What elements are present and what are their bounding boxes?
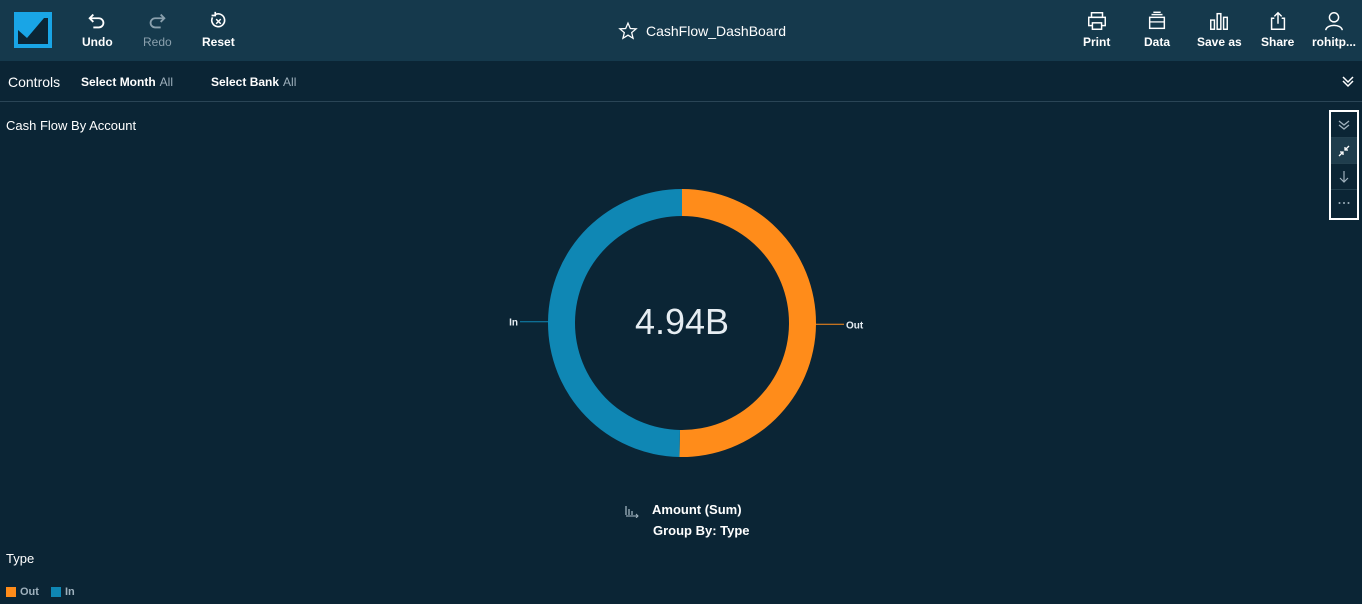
more-options-button[interactable]: [1331, 190, 1357, 216]
maximize-visual-button[interactable]: [1331, 138, 1357, 164]
star-icon[interactable]: [618, 21, 638, 41]
legend-label-out: Out: [20, 586, 39, 598]
bar-chart-icon: [1210, 12, 1229, 30]
data-button[interactable]: Data: [1144, 10, 1170, 54]
redo-icon: [150, 13, 166, 29]
download-arrow-icon: [1339, 170, 1349, 183]
legend-item-in[interactable]: In: [50, 586, 75, 598]
reset-label: Reset: [202, 35, 235, 49]
legend-swatch-in: [50, 587, 61, 597]
top-toolbar: Undo Redo Reset CashFlow_DashBoard Print…: [0, 0, 1362, 61]
redo-label: Redo: [143, 35, 172, 49]
share-label: Share: [1261, 35, 1295, 49]
slice-label-in: In: [509, 318, 518, 329]
select-bank-control[interactable]: Select Bank All: [211, 75, 296, 89]
dashboard-title-text: CashFlow_DashBoard: [646, 23, 787, 39]
slice-label-out: Out: [846, 320, 864, 331]
field-well-icon: [625, 506, 639, 518]
dashboard-title: CashFlow_DashBoard: [618, 20, 786, 42]
print-button[interactable]: Print: [1083, 10, 1110, 54]
print-icon: [1087, 12, 1106, 30]
group-by-label[interactable]: Group By: Type: [653, 523, 750, 538]
quicksight-logo-icon[interactable]: [14, 12, 52, 48]
data-icon: [1148, 11, 1166, 30]
select-bank-label: Select Bank: [211, 75, 280, 89]
share-button[interactable]: Share: [1261, 10, 1294, 54]
shrink-arrows-icon: [1338, 145, 1350, 156]
redo-button[interactable]: Redo: [143, 10, 172, 54]
save-as-button[interactable]: Save as: [1197, 10, 1242, 54]
controls-label[interactable]: Controls: [8, 74, 60, 90]
save-as-label: Save as: [1197, 35, 1242, 49]
visual-menu: [1329, 110, 1359, 220]
select-month-value: All: [159, 75, 174, 89]
legend-label-in: In: [64, 586, 75, 598]
share-icon: [1270, 11, 1285, 30]
legend-swatch-out: [6, 587, 16, 597]
legend-title: Type: [6, 551, 35, 566]
visual-title: Cash Flow By Account: [6, 118, 137, 133]
double-chevron-down-icon: [1338, 119, 1350, 130]
reset-button[interactable]: Reset: [202, 10, 235, 54]
value-field-label[interactable]: Amount (Sum): [652, 502, 742, 517]
export-button[interactable]: [1331, 164, 1357, 190]
select-month-control[interactable]: Select Month All: [81, 75, 173, 89]
ellipsis-icon: [1338, 202, 1350, 204]
legend: Out In: [6, 586, 75, 598]
select-month-label: Select Month: [81, 75, 156, 89]
expand-controls-icon[interactable]: [1340, 73, 1356, 89]
user-menu-button[interactable]: rohitp...: [1312, 10, 1356, 54]
undo-label: Undo: [82, 35, 113, 49]
select-bank-value: All: [283, 75, 297, 89]
collapse-visual-button[interactable]: [1331, 112, 1357, 138]
donut-center-value: 4.94B: [635, 301, 729, 342]
legend-item-out[interactable]: Out: [6, 586, 39, 598]
user-label: rohitp...: [1312, 35, 1356, 49]
user-icon: [1325, 12, 1343, 31]
data-label: Data: [1144, 35, 1171, 49]
undo-icon: [88, 13, 105, 29]
print-label: Print: [1083, 35, 1111, 49]
undo-button[interactable]: Undo: [82, 10, 113, 54]
controls-bar: Controls Select Month All Select Bank All: [0, 61, 1362, 102]
donut-chart[interactable]: 4.94B Out In: [480, 170, 900, 480]
reset-icon: [211, 11, 226, 28]
